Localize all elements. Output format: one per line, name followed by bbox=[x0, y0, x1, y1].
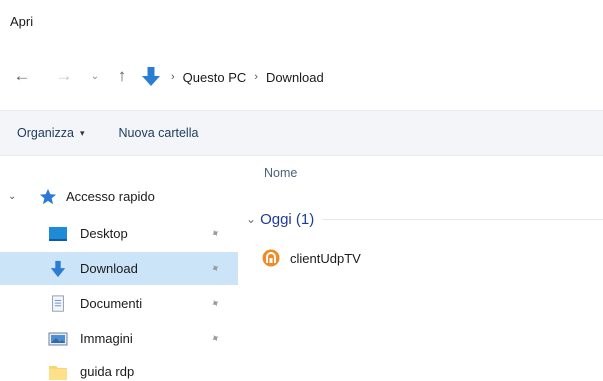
group-label: Oggi (1) bbox=[260, 210, 315, 228]
breadcrumb-this-pc[interactable]: Questo PC bbox=[183, 70, 247, 85]
sidebar-item-images[interactable]: Immagini ✦ bbox=[0, 322, 238, 355]
desktop-icon bbox=[49, 226, 67, 241]
star-icon bbox=[39, 188, 57, 204]
back-arrow-icon[interactable]: ← bbox=[10, 64, 34, 88]
group-header-today[interactable]: ⌄ Oggi (1) bbox=[246, 208, 603, 230]
sidebar-item-label: Documenti bbox=[80, 296, 143, 311]
organize-label: Organizza bbox=[17, 126, 74, 140]
sidebar-item-quick-access[interactable]: ⌄ Accesso rapido bbox=[0, 180, 238, 213]
sidebar-item-download[interactable]: Download ✦ bbox=[0, 252, 238, 285]
pin-icon[interactable]: ✦ bbox=[208, 331, 223, 346]
group-divider bbox=[322, 218, 603, 220]
sidebar-item-label: Accesso rapido bbox=[66, 189, 155, 204]
sidebar-item-desktop[interactable]: Desktop ✦ bbox=[0, 217, 238, 250]
sidebar-item-documents[interactable]: Documenti ✦ bbox=[0, 287, 238, 320]
open-file-dialog: Apri ← → ⌄ ↑ › Questo PC › Download Orga… bbox=[0, 0, 603, 381]
sidebar-item-label: guida rdp bbox=[80, 364, 135, 379]
command-bar: Organizza ▾ Nuova cartella bbox=[0, 110, 603, 156]
download-arrow-icon bbox=[50, 260, 66, 277]
sidebar-item-label: Desktop bbox=[80, 226, 128, 241]
address-bar[interactable]: › Questo PC › Download bbox=[134, 62, 578, 92]
download-arrow-icon bbox=[142, 67, 160, 86]
column-header-name[interactable]: Nome bbox=[264, 166, 297, 180]
breadcrumb-separator[interactable]: › bbox=[254, 71, 258, 83]
navigation-bar: ← → ⌄ ↑ › Questo PC › Download bbox=[0, 60, 603, 94]
folder-icon bbox=[49, 365, 67, 380]
chevron-down-icon[interactable]: ⌄ bbox=[8, 191, 16, 202]
navigation-pane: ⌄ Accesso rapido Desktop ✦ Download ✦ Do… bbox=[0, 156, 238, 381]
images-icon bbox=[48, 332, 68, 345]
recent-locations-chevron-icon[interactable]: ⌄ bbox=[88, 64, 102, 88]
sidebar-item-label: Immagini bbox=[80, 331, 133, 346]
pin-icon[interactable]: ✦ bbox=[208, 226, 223, 241]
chevron-down-icon[interactable]: ⌄ bbox=[246, 212, 256, 226]
pin-icon[interactable]: ✦ bbox=[208, 296, 223, 311]
organize-button[interactable]: Organizza ▾ bbox=[17, 126, 85, 140]
breadcrumb-download[interactable]: Download bbox=[266, 70, 324, 85]
file-name: clientUdpTV bbox=[290, 250, 361, 266]
sidebar-item-label: Download bbox=[80, 261, 138, 276]
new-folder-label: Nuova cartella bbox=[118, 126, 199, 140]
dialog-title: Apri bbox=[10, 14, 34, 29]
new-folder-button[interactable]: Nuova cartella bbox=[119, 126, 199, 140]
forward-arrow-icon[interactable]: → bbox=[52, 64, 76, 88]
pin-icon[interactable]: ✦ bbox=[208, 261, 223, 276]
up-arrow-icon[interactable]: ↑ bbox=[110, 64, 134, 88]
file-list: Nome ⌄ Oggi (1) clientUdpTV bbox=[238, 156, 603, 381]
sidebar-item-guida-rdp[interactable]: guida rdp bbox=[0, 355, 238, 381]
caret-down-icon: ▾ bbox=[79, 127, 85, 138]
java-app-icon bbox=[262, 249, 280, 267]
breadcrumb-separator[interactable]: › bbox=[171, 71, 175, 83]
list-item[interactable]: clientUdpTV bbox=[262, 247, 361, 269]
document-icon bbox=[52, 294, 64, 312]
